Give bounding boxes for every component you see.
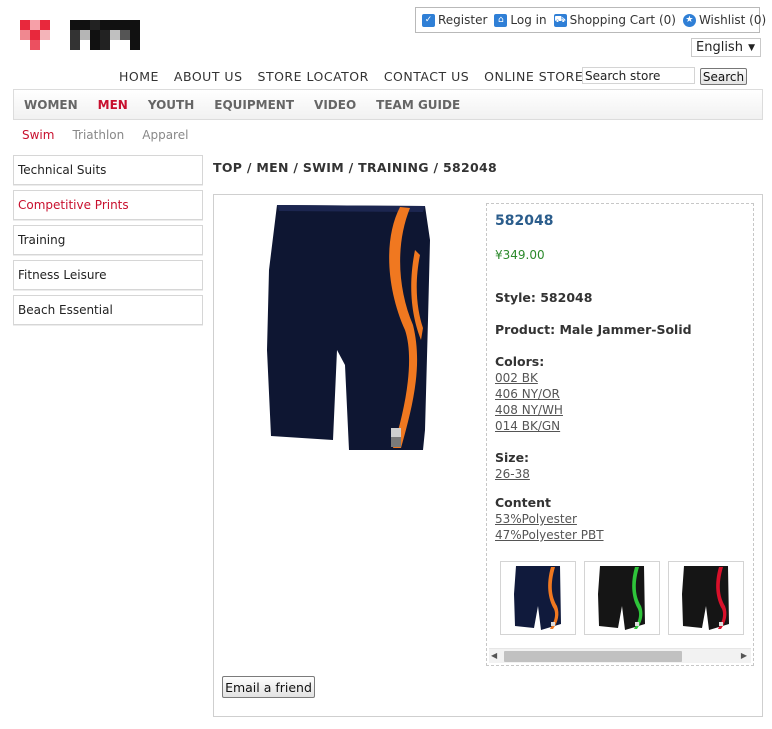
wishlist-link[interactable]: ★ Wishlist (0) xyxy=(682,13,767,27)
color-option-014-bk-gn[interactable]: 014 BK/GN xyxy=(495,419,560,433)
content-label: Content xyxy=(495,495,551,510)
sidebar-item-training[interactable]: Training xyxy=(13,225,203,255)
email-a-friend-button[interactable]: Email a friend xyxy=(222,676,315,698)
content-polyester[interactable]: 53%Polyester xyxy=(495,512,577,526)
product-price: ¥349.00 xyxy=(495,248,545,262)
category-youth[interactable]: YOUTH xyxy=(148,98,194,112)
category-women[interactable]: WOMEN xyxy=(24,98,78,112)
cart-icon: ⛟ xyxy=(553,13,567,27)
sidebar-item-beach-essential[interactable]: Beach Essential xyxy=(13,295,203,325)
nav-about-us[interactable]: ABOUT US xyxy=(174,69,243,84)
category-video[interactable]: VIDEO xyxy=(314,98,356,112)
nav-contact-us[interactable]: CONTACT US xyxy=(384,69,469,84)
thumbnail-scrollbar[interactable]: ◀ ▶ xyxy=(489,648,751,663)
product-style: Style: 582048 xyxy=(495,290,593,305)
product-name: Product: Male Jammer-Solid xyxy=(495,322,692,337)
top-nav: HOME ABOUT US STORE LOCATOR CONTACT US O… xyxy=(119,69,598,84)
register-link[interactable]: ✓ Register xyxy=(422,13,487,27)
search-input[interactable] xyxy=(582,67,695,84)
sub-tabs: Swim Triathlon Apparel xyxy=(22,128,206,142)
tab-triathlon[interactable]: Triathlon xyxy=(72,128,124,142)
product-image[interactable] xyxy=(265,200,430,452)
tab-apparel[interactable]: Apparel xyxy=(142,128,188,142)
product-code: 582048 xyxy=(495,213,554,229)
sidebar-item-competitive-prints[interactable]: Competitive Prints xyxy=(13,190,203,220)
scroll-right-icon[interactable]: ▶ xyxy=(741,651,747,660)
tab-swim[interactable]: Swim xyxy=(22,128,54,142)
size-value[interactable]: 26-38 xyxy=(495,467,530,481)
search-button[interactable]: Search xyxy=(700,68,747,85)
sidebar: Technical Suits Competitive Prints Train… xyxy=(13,155,203,330)
thumbnail-black-green[interactable] xyxy=(584,561,660,635)
nav-store-locator[interactable]: STORE LOCATOR xyxy=(258,69,369,84)
nav-home[interactable]: HOME xyxy=(119,69,159,84)
nav-online-store[interactable]: ONLINE STORE xyxy=(484,69,583,84)
star-icon: ★ xyxy=(682,13,696,27)
category-men[interactable]: MEN xyxy=(98,98,128,112)
checkbox-icon: ✓ xyxy=(422,13,435,27)
scroll-left-icon[interactable]: ◀ xyxy=(491,651,497,660)
colors-label: Colors: xyxy=(495,354,545,369)
jammer-thumb-black-green xyxy=(598,566,645,630)
cart-label: Shopping Cart (0) xyxy=(569,13,676,27)
breadcrumb: TOP / MEN / SWIM / TRAINING / 582048 xyxy=(213,160,498,175)
lock-icon: ⌂ xyxy=(494,13,508,27)
brand-logo[interactable] xyxy=(20,20,140,50)
scrollbar-thumb[interactable] xyxy=(504,651,682,662)
color-option-406-ny-or[interactable]: 406 NY/OR xyxy=(495,387,560,401)
login-link[interactable]: ⌂ Log in xyxy=(494,13,547,27)
register-label: Register xyxy=(438,13,488,27)
color-option-002-bk[interactable]: 002 BK xyxy=(495,371,538,385)
login-label: Log in xyxy=(510,13,547,27)
category-bar: WOMEN MEN YOUTH EQUIPMENT VIDEO TEAM GUI… xyxy=(13,89,763,120)
account-bar: ✓ Register ⌂ Log in ⛟ Shopping Cart (0) … xyxy=(415,7,766,33)
sidebar-item-technical-suits[interactable]: Technical Suits xyxy=(13,155,203,185)
thumbnail-strip xyxy=(487,555,753,645)
thumbnail-navy-orange[interactable] xyxy=(500,561,576,635)
dropdown-arrow-icon: ▼ xyxy=(748,42,755,53)
size-label: Size: xyxy=(495,450,530,465)
cart-link[interactable]: ⛟ Shopping Cart (0) xyxy=(553,13,676,27)
jammer-thumb-navy-orange xyxy=(514,566,561,630)
sidebar-item-fitness-leisure[interactable]: Fitness Leisure xyxy=(13,260,203,290)
category-equipment[interactable]: EQUIPMENT xyxy=(214,98,294,112)
color-option-408-ny-wh[interactable]: 408 NY/WH xyxy=(495,403,563,417)
jammer-thumb-black-red xyxy=(682,566,729,630)
language-select[interactable]: English ▼ xyxy=(691,38,761,57)
wishlist-label: Wishlist (0) xyxy=(698,13,767,27)
thumbnail-black-red[interactable] xyxy=(668,561,744,635)
content-polyester-pbt[interactable]: 47%Polyester PBT xyxy=(495,528,604,542)
language-value: English xyxy=(696,40,743,55)
category-team-guide[interactable]: TEAM GUIDE xyxy=(376,98,460,112)
